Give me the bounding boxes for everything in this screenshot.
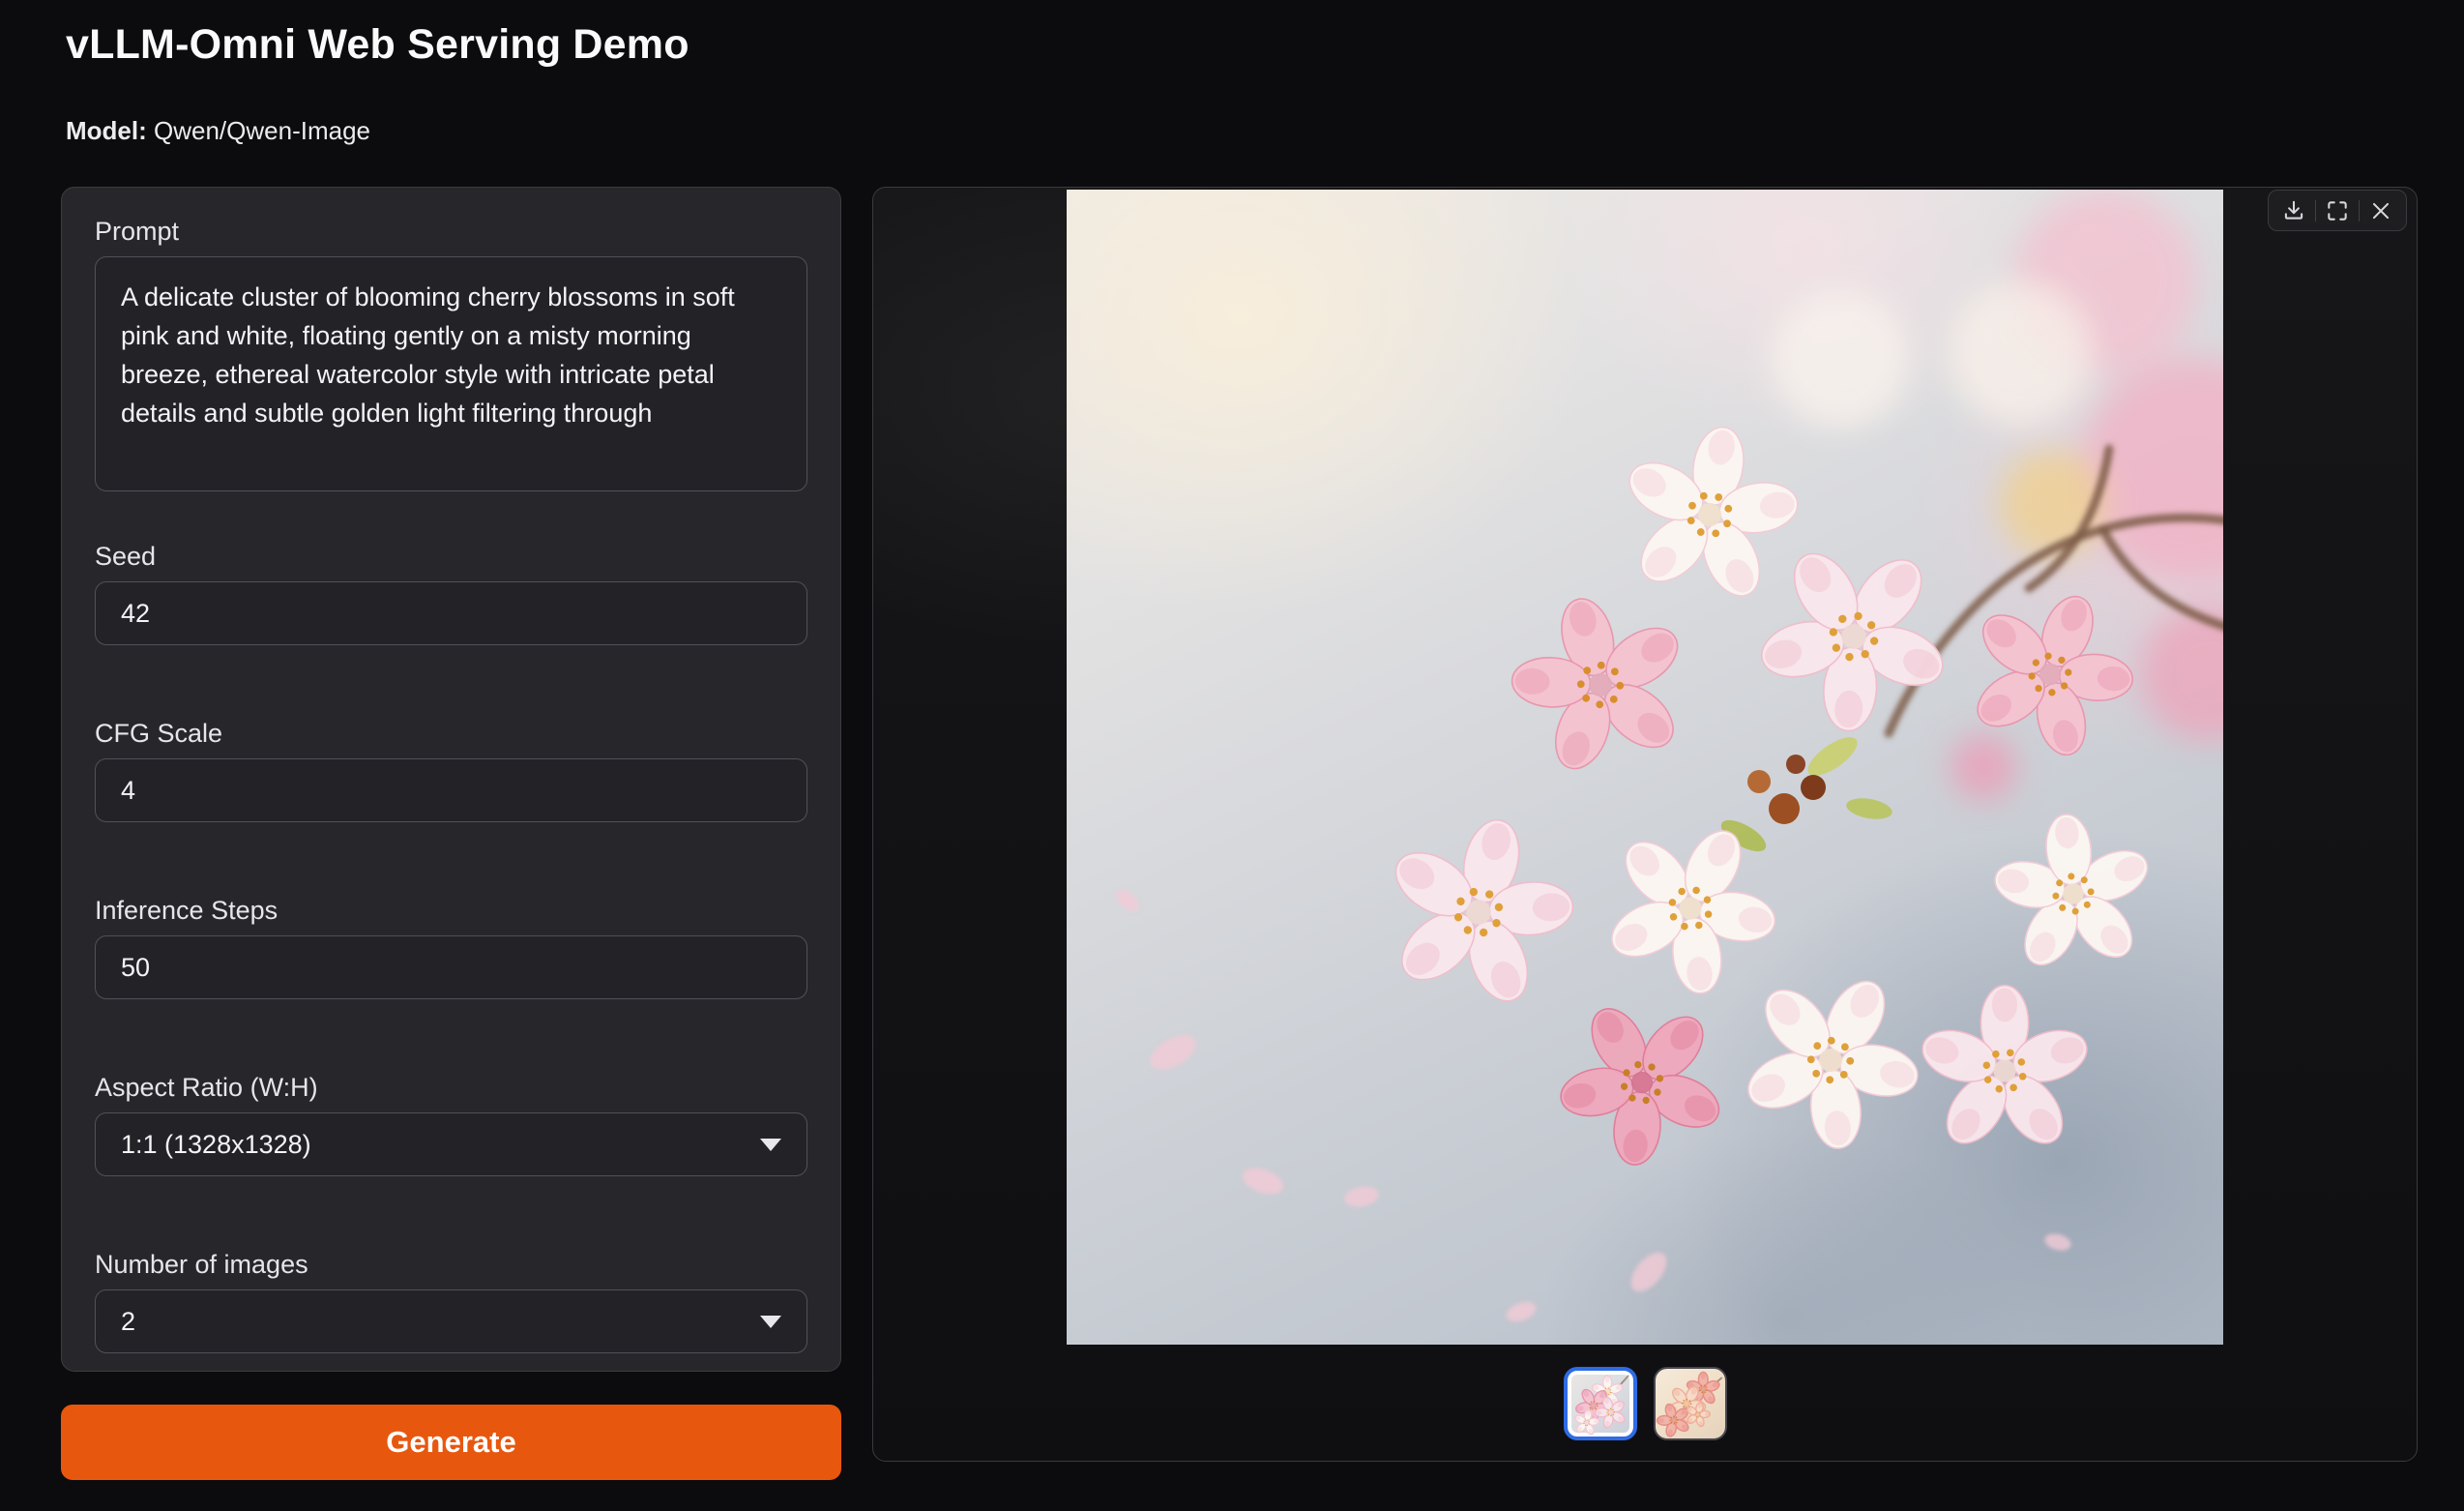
seed-input[interactable]: 42 <box>95 581 807 645</box>
seed-label: Seed <box>95 542 807 572</box>
num-images-label: Number of images <box>95 1250 807 1280</box>
prompt-label: Prompt <box>95 217 807 247</box>
num-images-value: 2 <box>121 1307 135 1337</box>
fullscreen-icon[interactable] <box>2324 197 2351 224</box>
model-label: Model: <box>66 116 147 145</box>
chevron-down-icon <box>760 1316 781 1328</box>
model-value: Qwen/Qwen-Image <box>154 116 370 145</box>
cfg-scale-value: 4 <box>121 776 135 806</box>
prompt-input[interactable]: A delicate cluster of blooming cherry bl… <box>95 256 807 491</box>
bud-cluster <box>1716 730 1893 858</box>
image-toolbar <box>2268 190 2407 231</box>
gallery-thumbnail-2[interactable] <box>1654 1367 1727 1440</box>
seed-value: 42 <box>121 599 150 629</box>
aspect-ratio-label: Aspect Ratio (W:H) <box>95 1073 807 1103</box>
close-icon[interactable] <box>2367 197 2394 224</box>
generated-image[interactable] <box>1067 190 2223 1345</box>
inference-steps-label: Inference Steps <box>95 896 807 926</box>
gallery-thumbnail-1-selected[interactable] <box>1564 1367 1637 1440</box>
aspect-ratio-select[interactable]: 1:1 (1328x1328) <box>95 1112 807 1176</box>
download-icon[interactable] <box>2280 197 2307 224</box>
cfg-scale-label: CFG Scale <box>95 719 807 749</box>
generation-settings-panel: Prompt A delicate cluster of blooming ch… <box>61 187 841 1372</box>
model-line: Model: Qwen/Qwen-Image <box>66 116 370 146</box>
cherry-blossom-artwork <box>1067 190 2223 1345</box>
inference-steps-input[interactable]: 50 <box>95 935 807 999</box>
image-viewer-panel <box>872 187 2418 1462</box>
inference-steps-value: 50 <box>121 953 150 983</box>
generate-button[interactable]: Generate <box>61 1405 841 1480</box>
thumbnail-1-artwork <box>1568 1371 1633 1437</box>
thumbnail-2-artwork <box>1656 1369 1725 1438</box>
page-title: vLLM-Omni Web Serving Demo <box>66 21 689 69</box>
num-images-select[interactable]: 2 <box>95 1289 807 1353</box>
gallery-strip <box>873 1367 2417 1440</box>
chevron-down-icon <box>760 1139 781 1151</box>
toolbar-divider <box>2359 200 2360 222</box>
aspect-ratio-value: 1:1 (1328x1328) <box>121 1130 311 1160</box>
cfg-scale-input[interactable]: 4 <box>95 758 807 822</box>
toolbar-divider <box>2315 200 2316 222</box>
